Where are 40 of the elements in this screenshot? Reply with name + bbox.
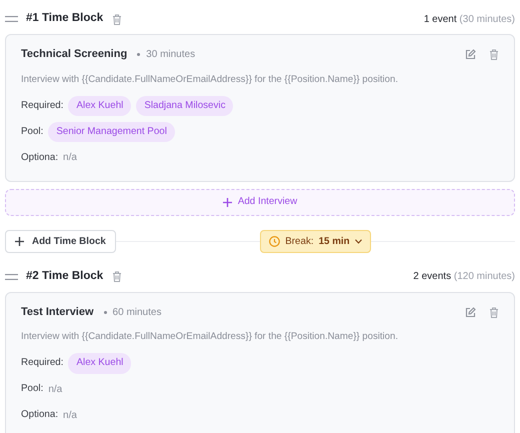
person-tag: Senior Management Pool bbox=[48, 122, 175, 142]
interview-title: Technical Screening bbox=[21, 47, 128, 62]
trash-icon[interactable] bbox=[489, 48, 499, 60]
interview-title: Test Interview bbox=[21, 304, 94, 320]
field-value: n/a bbox=[63, 151, 77, 166]
trash-icon[interactable] bbox=[112, 271, 122, 282]
field-label: Required: bbox=[21, 356, 64, 370]
person-tag: Sladjana Milosevic bbox=[136, 96, 234, 116]
field-label: Required: bbox=[21, 98, 64, 113]
bullet-dot bbox=[104, 310, 107, 314]
block-title: #1 Time Block bbox=[26, 11, 104, 26]
plus-icon bbox=[222, 198, 232, 207]
bullet-dot bbox=[137, 52, 140, 56]
clock-icon bbox=[269, 236, 280, 248]
field-value: n/a bbox=[48, 383, 62, 398]
interview-duration: 30 minutes bbox=[146, 48, 196, 62]
add-interview-button[interactable]: Add Interview bbox=[5, 188, 515, 216]
interview-description: Interview with {{Candidate.FullNameOrEmailAddress}} for the {{Position.Name}} position. bbox=[21, 72, 400, 86]
plus-icon bbox=[15, 237, 24, 246]
field-value: n/a bbox=[63, 409, 77, 424]
edit-icon[interactable] bbox=[465, 48, 476, 60]
block-title: #2 Time Block bbox=[26, 269, 104, 284]
trash-icon[interactable] bbox=[112, 14, 122, 24]
field-label: Optiona: bbox=[21, 150, 58, 165]
caret-icon bbox=[354, 239, 362, 244]
interview-description: Interview with {{Candidate.FullNameOrEmailAddress}} for the {{Position.Name}} position. bbox=[21, 330, 400, 344]
drag-handle-icon[interactable] bbox=[5, 16, 18, 22]
drag-handle-icon[interactable] bbox=[5, 274, 18, 280]
add-time-block-button[interactable]: Add Time Block bbox=[5, 230, 116, 254]
event-count: 1 event (30 minutes) bbox=[424, 12, 515, 26]
person-tag: Alex Kuehl bbox=[68, 96, 132, 116]
trash-icon[interactable] bbox=[489, 306, 499, 318]
field-label: Pool: bbox=[21, 382, 44, 396]
event-count: 2 events (120 minutes) bbox=[413, 270, 515, 284]
interview-duration: 60 minutes bbox=[112, 306, 162, 320]
field-label: Pool: bbox=[21, 124, 44, 139]
break-dropdown[interactable]: Break: 15 min bbox=[260, 230, 371, 254]
person-tag: Alex Kuehl bbox=[68, 353, 132, 374]
edit-icon[interactable] bbox=[465, 306, 476, 318]
field-label: Optiona: bbox=[21, 408, 58, 422]
